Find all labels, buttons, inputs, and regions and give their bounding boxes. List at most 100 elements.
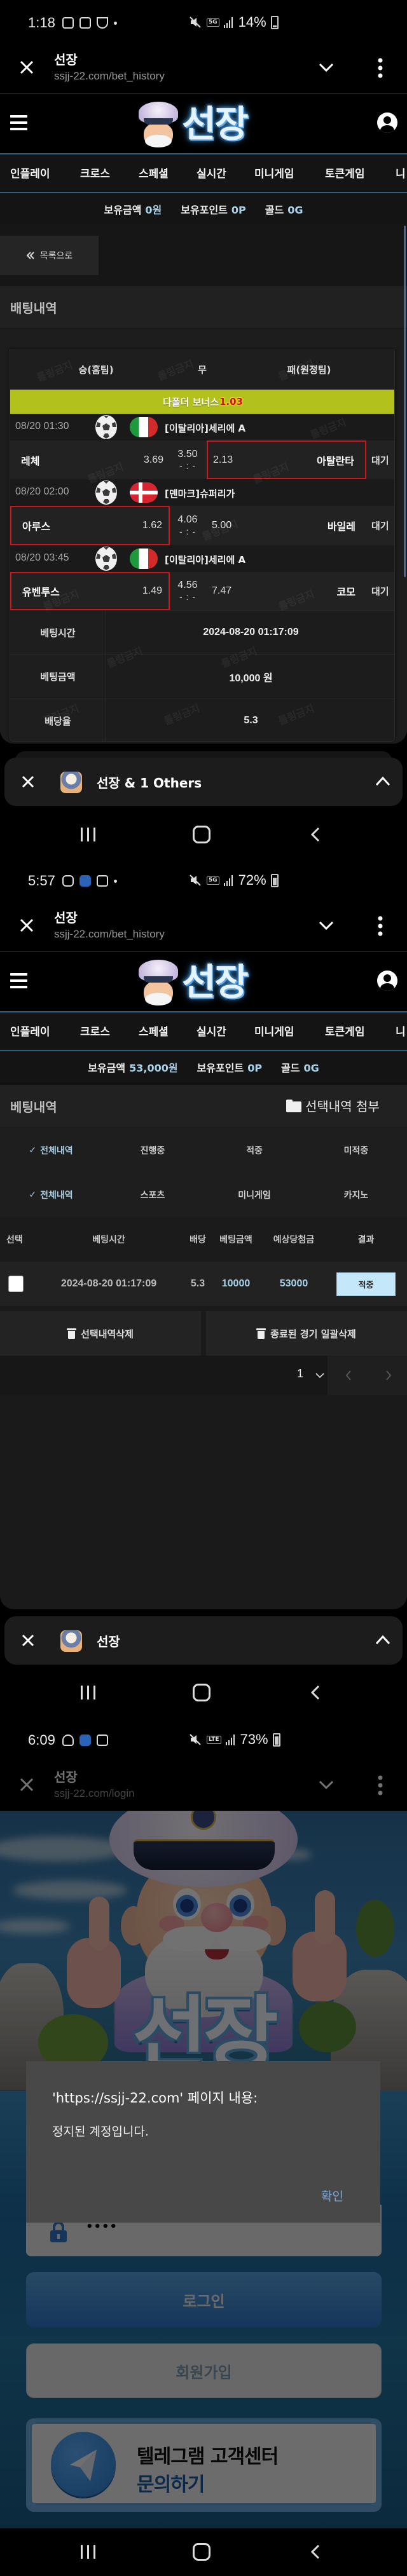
close-icon[interactable] (18, 59, 35, 76)
match-status: 대기 (371, 585, 389, 597)
chevron-up-icon[interactable] (375, 775, 391, 787)
more-options-icon[interactable] (376, 57, 384, 79)
col-home-label: 승(홈팀) (78, 364, 114, 376)
match-time: 08/20 03:45 (15, 552, 69, 563)
prev-page-icon[interactable] (345, 1370, 352, 1381)
tab-label: 진행중 (140, 1146, 165, 1156)
bonus-value: 1.03 (219, 396, 244, 407)
nav-item-truncated[interactable]: 니 (396, 1023, 406, 1039)
away-odds: 2.13 (213, 454, 233, 465)
tab-label: 적중 (246, 1146, 263, 1156)
back-button[interactable] (310, 2544, 321, 2559)
home-button[interactable] (193, 1684, 210, 1701)
nav-item-token-game[interactable]: 토큰게임 (325, 165, 365, 181)
captain-mascot-icon (137, 102, 179, 149)
close-icon[interactable] (18, 917, 35, 934)
close-icon[interactable] (22, 775, 34, 788)
recent-apps-button[interactable] (81, 2545, 95, 2559)
site-logo[interactable]: 선장 (135, 98, 272, 150)
delete-selected-label: 선택내역삭제 (81, 1328, 134, 1340)
recent-apps-button[interactable] (81, 1686, 95, 1700)
bet-slip-card: 승(홈팀) 무 패(원정팀) 다폴더 보너스 1.03 08/20 01:30 [… (10, 350, 395, 742)
draw-odds-value: 3.50 (177, 448, 198, 460)
tab-won[interactable]: ✓적중 (204, 1128, 305, 1173)
row-checkbox[interactable] (8, 1276, 24, 1292)
nav-item-live[interactable]: 실시간 (197, 1023, 226, 1039)
chevron-down-icon[interactable] (318, 918, 335, 932)
system-icons: LTE 73% (188, 1731, 280, 1748)
back-button[interactable] (310, 1685, 321, 1700)
page-url[interactable]: ssjj-22.com/bet_history (54, 70, 165, 83)
balance-points: 보유포인트 0P (181, 203, 246, 216)
back-button[interactable] (310, 827, 321, 842)
country-flag-icon (130, 482, 158, 503)
popup-window-title: 선장 (97, 1634, 120, 1649)
chevron-up-icon[interactable] (375, 1634, 391, 1646)
delete-finished-button[interactable]: 종료된 경기 일괄삭제 (206, 1311, 407, 1356)
recent-apps-button[interactable] (81, 828, 95, 842)
mute-icon (190, 17, 201, 28)
tab-label: 전체내역 (40, 1190, 73, 1201)
signal-icon (225, 1734, 235, 1745)
popup-window-bar[interactable]: 선장 & 1 Others (4, 758, 403, 806)
back-area: 목록으로 (0, 224, 407, 286)
close-icon[interactable] (22, 1634, 34, 1647)
attach-selected-button[interactable]: 선택내역 첨부 (286, 1096, 380, 1115)
nav-item-inplay[interactable]: 인플레이 (10, 165, 50, 181)
away-odds: 5.00 (212, 520, 232, 531)
system-icons: 5G 14% (188, 14, 279, 31)
chevron-down-icon[interactable] (318, 60, 335, 74)
back-to-list-button[interactable]: 목록으로 (0, 236, 99, 275)
page-select[interactable]: 1 (297, 1367, 303, 1380)
home-button[interactable] (193, 2543, 210, 2561)
page-title: 선장 (54, 52, 78, 67)
nav-item-cross[interactable]: 크로스 (80, 165, 110, 181)
page-url[interactable]: ssjj-22.com/bet_history (54, 928, 165, 941)
user-account-icon[interactable] (377, 971, 397, 991)
delete-selected-button[interactable]: 선택내역삭제 (0, 1311, 201, 1356)
tab-minigame[interactable]: ✓미니게임 (204, 1173, 305, 1217)
nav-item-token-game[interactable]: 토큰게임 (325, 1023, 365, 1039)
next-page-icon[interactable] (385, 1370, 392, 1381)
nav-item-minigame[interactable]: 미니게임 (254, 1023, 294, 1039)
odds-row: 아루스 1.62 4.06- : - 5.00 바일레 대기 (10, 506, 394, 545)
network-type-icon: 5G (207, 18, 219, 27)
home-button[interactable] (193, 826, 210, 843)
home-pick: 유벤투스 1.49 (10, 572, 170, 610)
nav-item-inplay[interactable]: 인플레이 (10, 1023, 50, 1039)
section-header: 베팅내역 선택내역 첨부 (0, 1085, 407, 1127)
soccer-ball-icon (95, 415, 117, 439)
tab-lost[interactable]: ✓미적중 (305, 1128, 407, 1173)
notification-app-icon (62, 17, 74, 29)
table-row[interactable]: 2024-08-20 01:17:09 5.3 10000 53000 적중 (0, 1262, 407, 1306)
hamburger-menu-icon[interactable] (10, 115, 27, 130)
nav-item-special[interactable]: 스페셜 (139, 165, 169, 181)
person-icon (62, 1734, 74, 1746)
nav-item-special[interactable]: 스페셜 (139, 1023, 169, 1039)
network-type-icon: 5G (207, 876, 219, 885)
tab-in-progress[interactable]: ✓진행중 (102, 1128, 204, 1173)
site-logo[interactable]: 선장 (135, 956, 272, 1008)
dialog-ok-button[interactable]: 확인 (317, 2184, 347, 2207)
tab-casino[interactable]: ✓카지노 (305, 1173, 407, 1217)
nav-item-live[interactable]: 실시간 (197, 165, 226, 181)
tab-sports[interactable]: ✓스포츠 (102, 1173, 204, 1217)
balance-money: 보유금액 0원 (104, 203, 162, 216)
detail-label: 배당율 (10, 699, 106, 741)
more-options-icon[interactable] (376, 915, 384, 937)
tab-all-status[interactable]: ✓ 전체내역 (0, 1128, 102, 1173)
logo-text: 선장 (182, 960, 249, 1004)
page-scrollbar[interactable] (404, 226, 406, 577)
attach-selected-label: 선택내역 첨부 (305, 1099, 380, 1114)
nav-item-truncated[interactable]: 니 (396, 165, 406, 181)
nav-item-minigame[interactable]: 미니게임 (254, 165, 294, 181)
chevron-down-icon[interactable] (315, 1372, 324, 1379)
header-expected-payout: 예상당첨금 (273, 1235, 315, 1245)
user-account-icon[interactable] (377, 112, 397, 133)
popup-window-bar[interactable]: 선장 (4, 1616, 403, 1665)
empty-content-area (0, 1395, 407, 1609)
result-won-button[interactable]: 적중 (336, 1272, 396, 1296)
hamburger-menu-icon[interactable] (10, 973, 27, 988)
nav-item-cross[interactable]: 크로스 (80, 1023, 110, 1039)
tab-all-category[interactable]: ✓ 전체내역 (0, 1173, 102, 1217)
